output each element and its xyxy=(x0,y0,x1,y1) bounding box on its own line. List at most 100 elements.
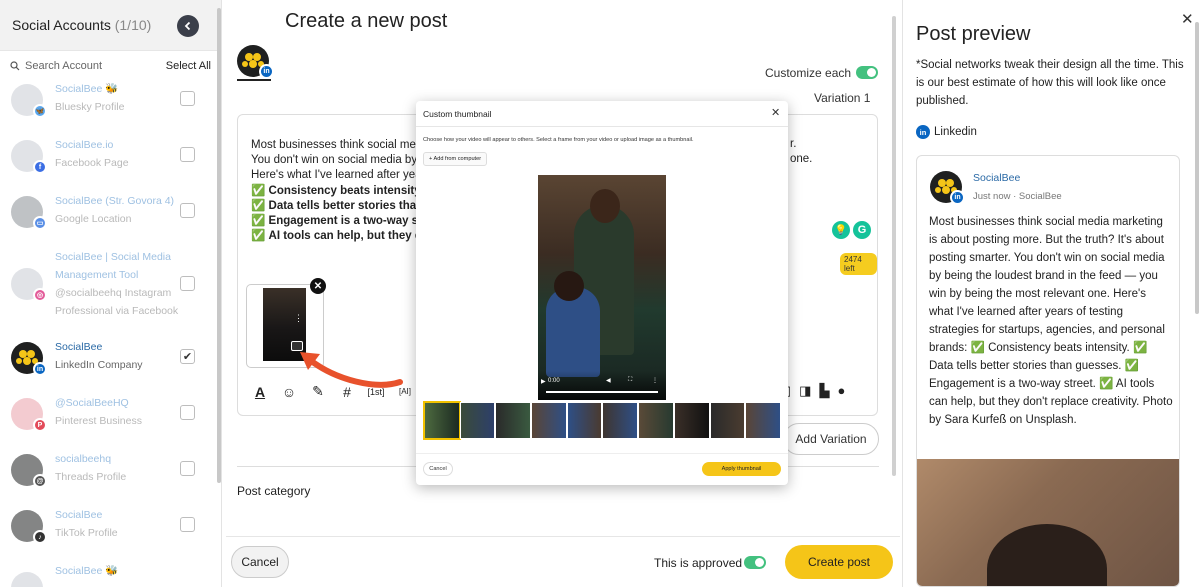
add-variation-button[interactable]: Add Variation xyxy=(783,423,879,455)
editor-toolbar-right: ▯ ◨ ▙ ● xyxy=(784,383,845,399)
frame-thumbnail[interactable] xyxy=(531,402,567,439)
select-all-link[interactable]: Select All xyxy=(166,60,211,72)
variation-label: Variation 1 xyxy=(814,91,871,105)
modal-cancel-button[interactable]: Cancel xyxy=(423,462,453,476)
search-icon xyxy=(10,61,20,71)
editor-bold-line: Data tells better stories than xyxy=(268,199,419,212)
preview-meta: Just now · SocialBee xyxy=(973,191,1062,202)
frame-thumbnail[interactable] xyxy=(745,402,781,439)
more-icon[interactable]: ● xyxy=(837,383,845,399)
account-item-instagram[interactable]: ◎ SocialBee | Social Media Management To… xyxy=(0,248,215,328)
linkedin-icon: in xyxy=(950,190,965,205)
frame-thumbnail[interactable] xyxy=(602,402,639,439)
facebook-icon: f xyxy=(33,160,47,174)
more-options-icon[interactable]: ⋮ xyxy=(294,313,303,324)
volume-icon[interactable]: ◀ xyxy=(606,377,611,384)
frame-thumbnail[interactable] xyxy=(495,402,532,439)
linkedin-icon: in xyxy=(33,362,47,376)
account-checkbox[interactable] xyxy=(180,276,195,291)
frame-thumbnail[interactable] xyxy=(673,402,710,439)
modal-title: Custom thumbnail xyxy=(423,109,492,119)
linkedin-icon: in xyxy=(916,125,930,139)
approved-toggle[interactable] xyxy=(744,556,766,569)
add-from-computer-button[interactable]: + Add from computer xyxy=(423,152,488,166)
account-name: SocialBee xyxy=(55,341,103,353)
editor-line: You don't win on social media by l xyxy=(251,154,419,167)
account-name: SocialBee 🐝 xyxy=(55,83,119,95)
preview-scrollbar[interactable] xyxy=(1195,22,1199,314)
divider xyxy=(416,453,788,454)
account-name: SocialBee | Social Media Management Tool xyxy=(55,251,171,281)
editor-text-tail: one. xyxy=(790,153,813,165)
account-item-threads[interactable]: @ socialbeehq Threads Profile xyxy=(0,450,215,506)
avatar xyxy=(11,572,43,587)
account-type: Bluesky Profile xyxy=(55,101,125,113)
create-post-button[interactable]: Create post xyxy=(785,545,893,579)
modal-description: Choose how your video will appear to oth… xyxy=(423,137,694,143)
account-checkbox-checked[interactable]: ✔ xyxy=(180,349,195,364)
account-item-facebook[interactable]: f SocialBee.io Facebook Page xyxy=(0,136,215,192)
account-item-tiktok[interactable]: ♪ SocialBee TikTok Profile xyxy=(0,506,215,562)
account-checkbox[interactable] xyxy=(180,147,195,162)
video-time: 0:00 xyxy=(548,378,560,384)
collapse-sidebar-button[interactable] xyxy=(177,15,199,37)
video-progress-bar[interactable] xyxy=(546,391,658,393)
frame-thumbnail[interactable] xyxy=(423,401,461,440)
approved-label: This is approved xyxy=(654,556,743,570)
fullscreen-icon[interactable]: ⛶ xyxy=(628,377,632,384)
lightbulb-icon[interactable]: 💡 xyxy=(832,221,850,239)
social-accounts-sidebar: Social Accounts (1/10) Search Account Se… xyxy=(0,0,222,587)
remove-media-button[interactable]: ✕ xyxy=(310,278,326,294)
frame-thumbnail[interactable] xyxy=(459,402,496,439)
account-type: Facebook Page xyxy=(55,157,129,169)
video-player[interactable]: ▶ 0:00 ◀ ⛶ ⋮ xyxy=(538,175,666,400)
account-item-pinterest[interactable]: P @SocialBeeHQ Pinterest Business xyxy=(0,394,215,450)
file-icon[interactable]: ◨ xyxy=(799,383,811,399)
text-color-icon[interactable]: A xyxy=(250,384,270,400)
editor-text-tail: r. xyxy=(790,138,797,150)
post-category-label[interactable]: Post category xyxy=(237,484,310,498)
grammar-tools: 💡 G xyxy=(832,221,871,239)
account-checkbox[interactable] xyxy=(180,517,195,532)
account-type: Google Location xyxy=(55,213,132,225)
video-person-head xyxy=(554,271,584,301)
custom-thumbnail-modal: Custom thumbnail ✕ Choose how your video… xyxy=(416,101,788,485)
account-type: Threads Profile xyxy=(55,471,127,483)
more-options-icon[interactable]: ⋮ xyxy=(652,377,658,384)
page-title: Create a new post xyxy=(285,10,448,32)
apply-thumbnail-button[interactable]: Apply thumbnail xyxy=(702,462,781,476)
close-icon[interactable]: ✕ xyxy=(771,106,780,119)
account-name: SocialBee xyxy=(55,509,103,521)
account-item-linkedin[interactable]: in SocialBee LinkedIn Company ✔ xyxy=(0,338,215,394)
main-scrollbar[interactable] xyxy=(892,16,896,476)
linkedin-icon: in xyxy=(259,64,274,79)
sidebar-scrollbar[interactable] xyxy=(217,8,221,483)
close-icon[interactable]: ✕ xyxy=(1181,10,1194,28)
frame-thumbnail[interactable] xyxy=(566,402,603,439)
account-checkbox[interactable] xyxy=(180,461,195,476)
search-account-input[interactable]: Search Account xyxy=(25,60,166,72)
bottom-action-bar: Cancel This is approved Create post xyxy=(226,536,900,587)
check-emoji-icon: ✅ xyxy=(251,184,266,197)
preview-body: Most businesses think social media marke… xyxy=(929,216,1173,426)
account-checkbox[interactable] xyxy=(180,203,195,218)
frame-thumbnail[interactable] xyxy=(638,402,674,439)
post-text[interactable]: Most businesses think social medi You do… xyxy=(251,138,419,244)
grammarly-icon[interactable]: G xyxy=(853,221,871,239)
account-type: TikTok Profile xyxy=(55,527,118,539)
play-icon[interactable]: ▶ xyxy=(541,378,546,385)
preview-title: Post preview xyxy=(916,23,1031,45)
account-checkbox[interactable] xyxy=(180,405,195,420)
frame-thumbnail[interactable] xyxy=(709,402,746,439)
upload-icon[interactable]: ▙ xyxy=(819,383,829,399)
account-item-bluesky[interactable]: 🦋 SocialBee 🐝 Bluesky Profile xyxy=(0,80,215,136)
check-emoji-icon: ✅ xyxy=(251,230,266,243)
account-checkbox[interactable] xyxy=(180,91,195,106)
customize-each-toggle[interactable] xyxy=(856,66,878,79)
account-type: @socialbeehq Instagram Professional via … xyxy=(55,287,179,317)
customize-each-label: Customize each xyxy=(765,66,852,80)
account-item-x[interactable]: SocialBee 🐝 xyxy=(0,562,215,587)
check-emoji-icon: ✅ xyxy=(251,199,266,212)
cancel-button[interactable]: Cancel xyxy=(231,546,289,578)
account-item-google[interactable]: ▭ SocialBee (Str. Govora 4) Google Locat… xyxy=(0,192,215,248)
